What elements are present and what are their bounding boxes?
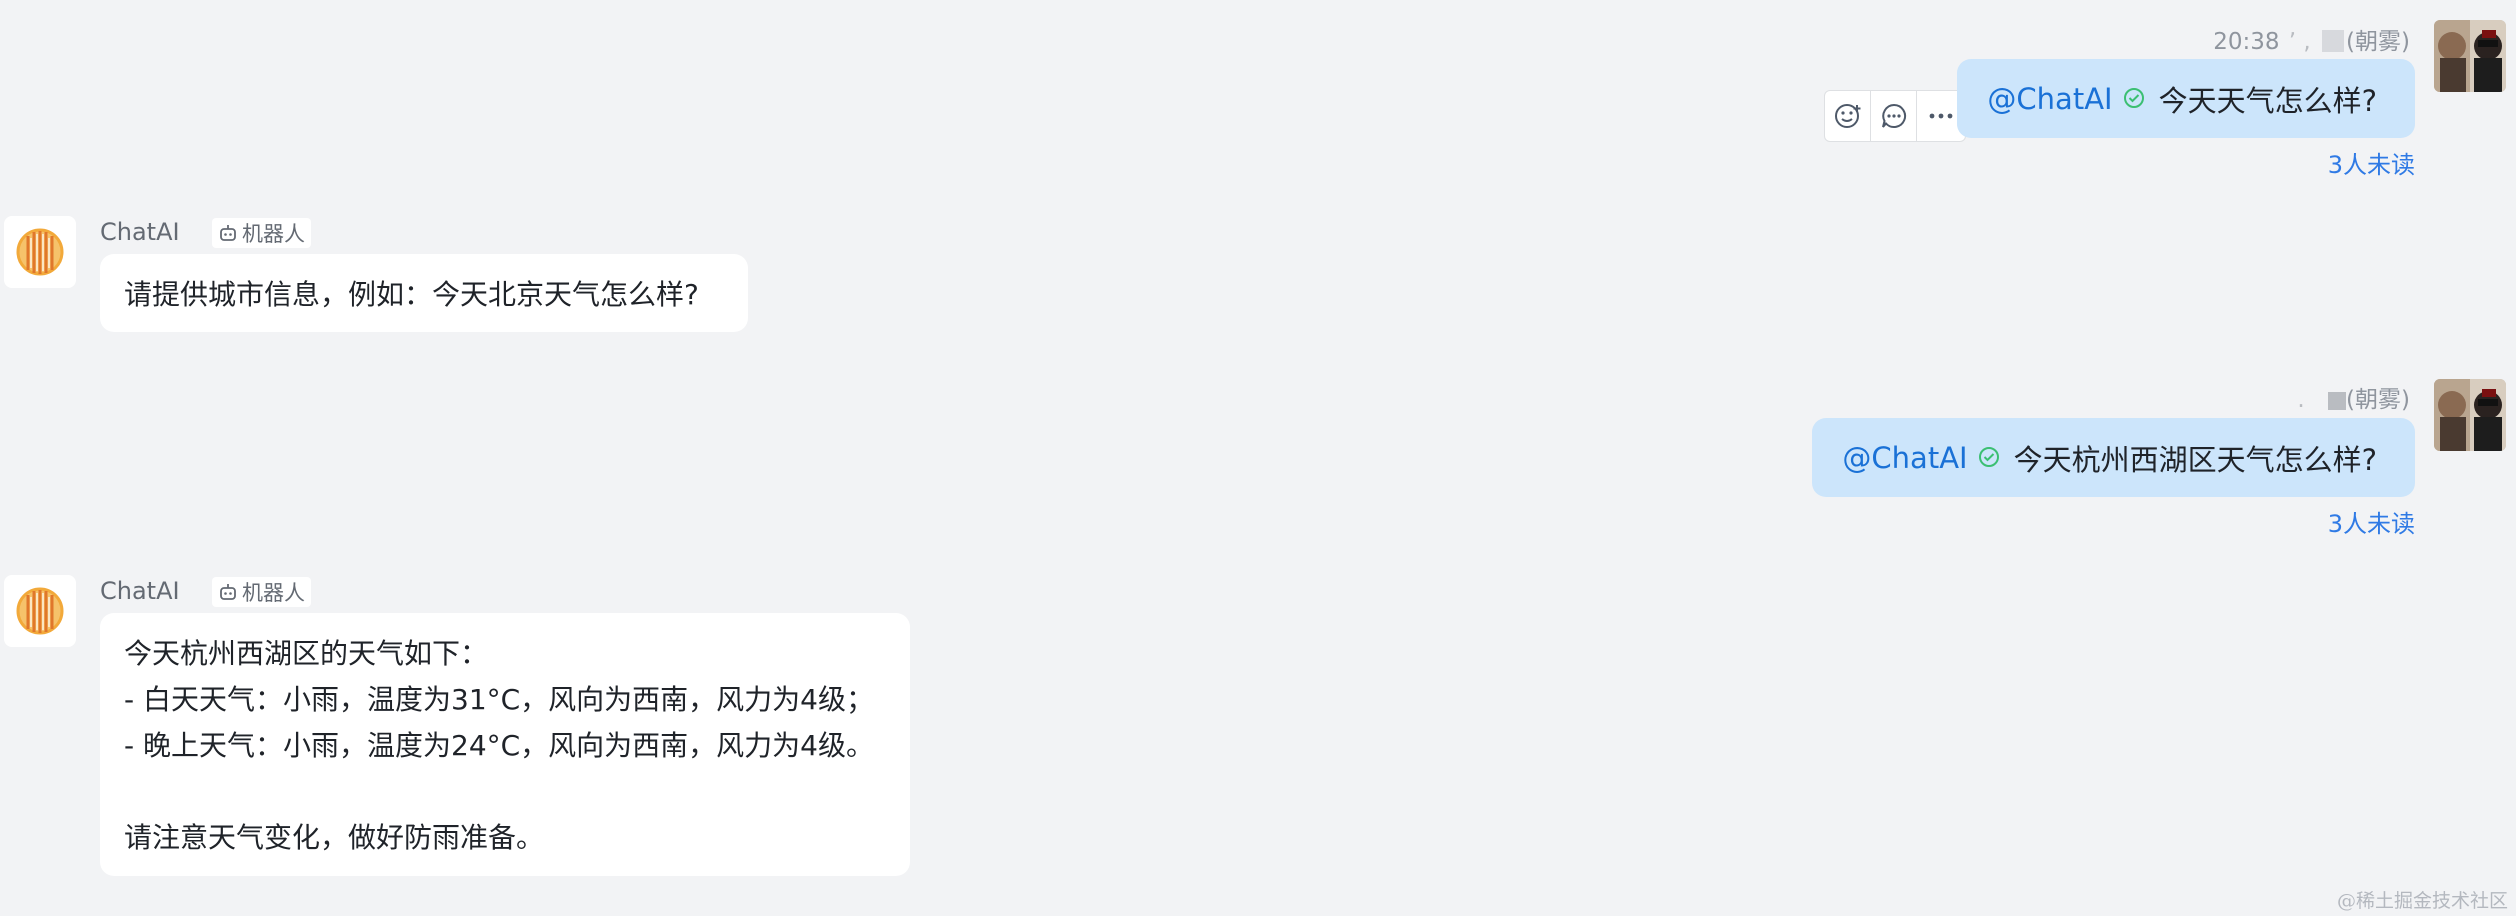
message-bubble-incoming[interactable]: 今天杭州西湖区的天气如下： - 白天天气：小雨，温度为31°C，风向为西南，风力… xyxy=(100,613,910,876)
sender-name: (朝雾) xyxy=(2346,29,2410,55)
emoji-reaction-icon xyxy=(1834,104,1860,128)
verified-check-icon xyxy=(1978,441,2000,475)
message-text: 今天天气怎么样? xyxy=(2158,83,2377,118)
sender-name: ChatAI xyxy=(100,218,180,246)
robot-tag: 机器人 xyxy=(212,218,311,248)
reply-button[interactable] xyxy=(1871,91,1917,141)
message-text: 请提供城市信息，例如：今天北京天气怎么样? xyxy=(124,278,699,311)
verified-check-icon xyxy=(2123,82,2145,116)
robot-icon xyxy=(220,584,236,600)
message-text: 今天杭州西湖区天气怎么样? xyxy=(2013,442,2377,477)
reply-bubble-icon xyxy=(1881,103,1906,128)
message-bubble-outgoing[interactable]: @ChatAI 今天杭州西湖区天气怎么样? xyxy=(1812,418,2415,497)
watermark: @稀土掘金技术社区 xyxy=(2336,890,2508,912)
message-line xyxy=(124,769,910,815)
robot-tag: 机器人 xyxy=(212,577,311,607)
bot-avatar[interactable] xyxy=(4,575,76,647)
robot-tag-label: 机器人 xyxy=(242,222,305,246)
more-dots-icon xyxy=(1929,113,1953,119)
chat-window: 20:38 ʼ , (朝雾) @ChatAI 今天天气怎么样? 3人未读 Cha… xyxy=(0,0,2516,916)
sender-name: (朝雾) xyxy=(2346,387,2410,413)
message-time: 20:38 xyxy=(2213,29,2280,55)
message-line: - 白天天气：小雨，温度为31°C，风向为西南，风力为4级； xyxy=(124,683,875,716)
redacted-name xyxy=(2322,30,2345,52)
mention-link[interactable]: @ChatAI xyxy=(1987,82,2112,116)
mention-link[interactable]: @ChatAI xyxy=(1842,441,1967,475)
bot-avatar[interactable] xyxy=(4,216,76,288)
message-bubble-incoming[interactable]: 请提供城市信息，例如：今天北京天气怎么样? xyxy=(100,254,748,332)
message-meta: . (朝雾) xyxy=(2297,387,2410,413)
robot-icon xyxy=(220,225,236,241)
avatar[interactable] xyxy=(2434,379,2506,451)
redacted-name xyxy=(2328,392,2347,410)
message-line: 今天杭州西湖区的天气如下： xyxy=(124,637,489,670)
avatar[interactable] xyxy=(2434,20,2506,92)
read-status[interactable]: 3人未读 xyxy=(2328,145,2415,180)
message-actions-toolbar xyxy=(1824,90,1966,142)
robot-tag-label: 机器人 xyxy=(242,581,305,605)
message-bubble-outgoing[interactable]: @ChatAI 今天天气怎么样? xyxy=(1957,59,2415,138)
message-line: - 晚上天气：小雨，温度为24°C，风向为西南，风力为4级。 xyxy=(124,729,875,762)
emoji-reaction-button[interactable] xyxy=(1825,91,1871,141)
read-status[interactable]: 3人未读 xyxy=(2328,504,2415,539)
message-line: 请注意天气变化，做好防雨准备。 xyxy=(124,821,545,854)
sender-name: ChatAI xyxy=(100,577,180,605)
message-meta: 20:38 ʼ , (朝雾) xyxy=(2213,29,2410,55)
